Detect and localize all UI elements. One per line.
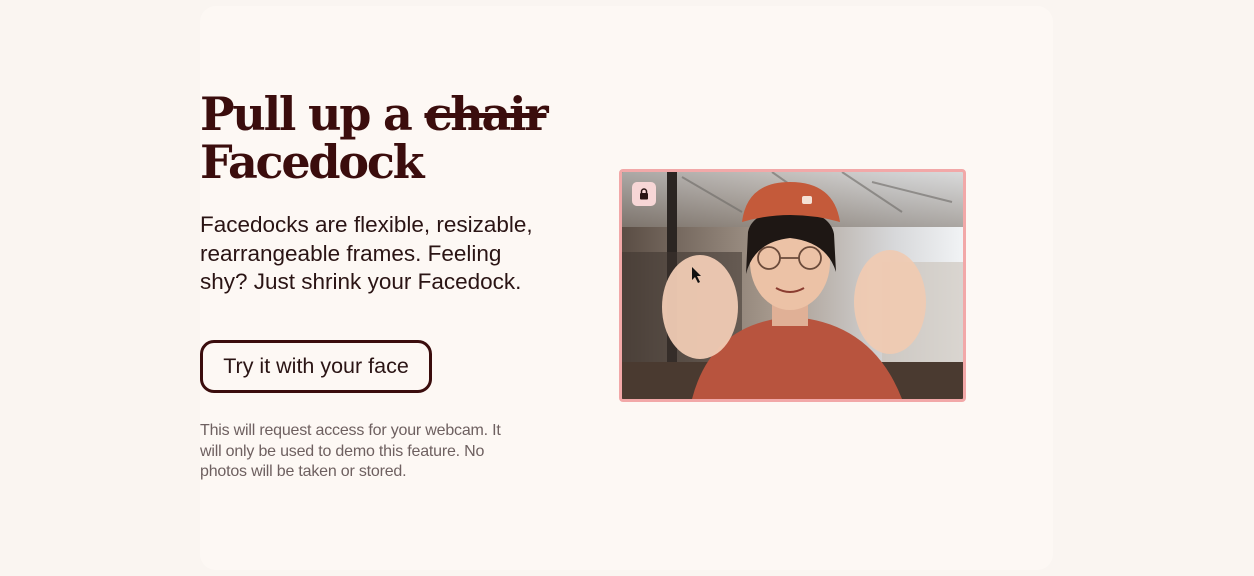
headline-line2: Facedock: [200, 135, 425, 189]
headline-struck-word: chair: [424, 87, 548, 141]
lock-icon[interactable]: [632, 182, 656, 206]
try-with-face-button[interactable]: Try it with your face: [200, 340, 432, 393]
webcam-disclaimer: This will request access for your webcam…: [200, 422, 501, 481]
webcam-preview-image: [622, 172, 963, 399]
description-text: Facedocks are flexible, resizable, rearr…: [200, 212, 533, 294]
page-title: Pull up a chair Facedock: [200, 87, 549, 189]
headline-prefix: Pull up a: [200, 87, 425, 141]
facedock-video-frame[interactable]: [619, 169, 966, 402]
lock-glyph-icon: [640, 188, 648, 200]
